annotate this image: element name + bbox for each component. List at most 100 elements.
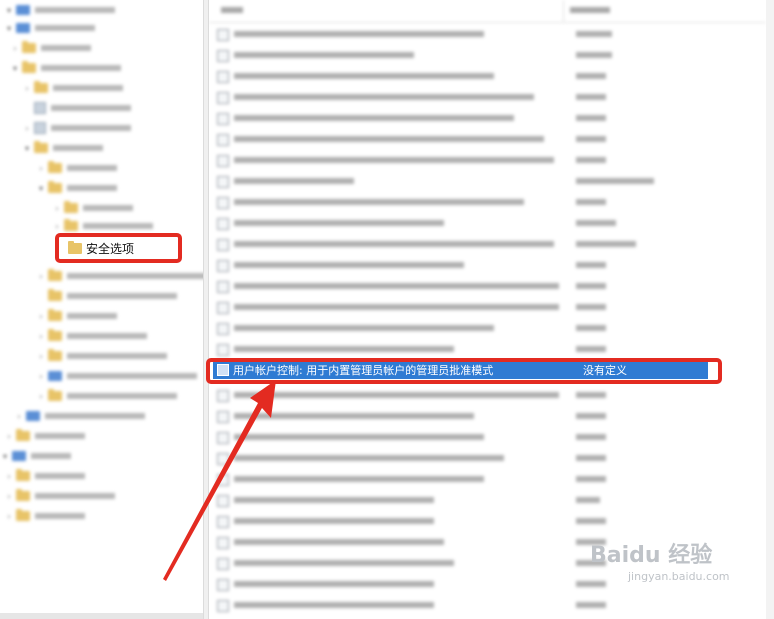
policy-icon — [217, 473, 229, 486]
tree-node[interactable]: › — [36, 326, 147, 346]
tree-node[interactable]: › — [22, 78, 123, 98]
table-row[interactable] — [209, 255, 766, 276]
policy-icon — [217, 343, 229, 356]
folder-icon — [48, 389, 62, 401]
chevron-right-icon: › — [7, 471, 11, 481]
policy-list — [209, 0, 774, 619]
tree-node[interactable]: › — [4, 466, 85, 486]
column-header-policy[interactable] — [209, 0, 564, 22]
table-row[interactable] — [209, 469, 766, 490]
tree-node[interactable]: › — [4, 506, 85, 526]
tree-node[interactable] — [22, 98, 131, 118]
policy-icon — [217, 557, 229, 570]
folder-icon — [22, 61, 36, 73]
annotation-highlight-row — [206, 358, 722, 384]
chevron-down-icon: ▾ — [6, 5, 11, 15]
tree-node[interactable]: › — [36, 346, 167, 366]
chevron-right-icon: › — [39, 163, 43, 173]
table-row[interactable] — [209, 171, 766, 192]
tree-node[interactable]: ▾ — [0, 446, 71, 466]
policy-icon — [217, 515, 229, 528]
folder-icon — [22, 41, 36, 53]
tree-node[interactable]: › — [36, 306, 117, 326]
folder-icon — [16, 489, 30, 501]
column-header-setting[interactable] — [564, 0, 766, 22]
policy-icon — [217, 578, 229, 591]
folder-icon — [48, 349, 62, 361]
baidu-watermark-url: jingyan.baidu.com — [628, 570, 730, 583]
folder-icon — [68, 240, 82, 254]
chevron-down-icon: ▾ — [24, 143, 29, 153]
tree-node[interactable]: › — [36, 266, 203, 286]
policy-icon — [217, 70, 229, 83]
table-row[interactable] — [209, 150, 766, 171]
table-row[interactable] — [209, 234, 766, 255]
table-row[interactable] — [209, 45, 766, 66]
folder-icon — [48, 329, 62, 341]
list-vertical-scrollbar[interactable] — [766, 0, 774, 619]
tree-node[interactable]: › — [36, 386, 177, 406]
tree-node[interactable]: › — [4, 426, 85, 446]
tree-node[interactable]: ▾ — [36, 178, 117, 198]
chevron-right-icon: › — [39, 271, 43, 281]
chevron-right-icon: › — [39, 391, 43, 401]
table-row[interactable] — [209, 406, 766, 427]
table-row[interactable] — [209, 339, 766, 360]
folder-icon — [16, 469, 30, 481]
table-row[interactable] — [209, 318, 766, 339]
table-row[interactable] — [209, 385, 766, 406]
table-row[interactable] — [209, 490, 766, 511]
tree-node[interactable]: › — [36, 158, 117, 178]
chevron-right-icon: › — [7, 511, 11, 521]
chart-icon — [26, 411, 40, 421]
tree-node[interactable]: › — [14, 406, 145, 426]
chevron-right-icon: › — [39, 351, 43, 361]
folder-icon — [48, 269, 62, 281]
printer-icon — [34, 122, 46, 134]
script-icon — [34, 102, 46, 114]
table-row[interactable] — [209, 192, 766, 213]
tree-node[interactable]: › — [4, 486, 115, 506]
table-row[interactable] — [209, 87, 766, 108]
table-row[interactable] — [209, 297, 766, 318]
table-row[interactable] — [209, 511, 766, 532]
policy-icon — [217, 259, 229, 272]
tree-node[interactable]: › — [52, 198, 133, 218]
table-row[interactable] — [209, 595, 766, 616]
policy-icon — [217, 280, 229, 293]
policy-icon — [217, 217, 229, 230]
tree-node[interactable] — [36, 286, 177, 306]
tree-node[interactable]: ▾ — [4, 18, 95, 38]
table-row[interactable] — [209, 24, 766, 45]
tree-node[interactable]: ▾ — [4, 0, 115, 20]
tree-node[interactable]: ▾ — [10, 58, 121, 78]
folder-icon — [16, 509, 30, 521]
table-row[interactable] — [209, 129, 766, 150]
folder-icon — [34, 141, 48, 153]
table-row[interactable] — [209, 276, 766, 297]
chevron-right-icon: › — [7, 491, 11, 501]
tree-node[interactable]: › — [36, 366, 197, 386]
folder-icon — [48, 181, 62, 193]
policy-icon — [217, 536, 229, 549]
chevron-down-icon: ▾ — [12, 63, 17, 73]
tree-horizontal-scrollbar[interactable] — [0, 613, 203, 619]
table-row[interactable] — [209, 448, 766, 469]
table-row[interactable] — [209, 66, 766, 87]
table-row[interactable] — [209, 427, 766, 448]
table-row[interactable] — [209, 213, 766, 234]
table-row[interactable] — [209, 108, 766, 129]
shield-icon — [48, 371, 62, 381]
policy-icon — [217, 112, 229, 125]
folder-icon — [34, 81, 48, 93]
tree-node[interactable]: › — [10, 38, 91, 58]
folder-icon — [16, 429, 30, 441]
tree-item-security-options[interactable]: 安全选项 — [55, 233, 182, 263]
tree-node[interactable]: ▾ — [22, 138, 103, 158]
user-icon — [12, 451, 26, 461]
policy-icon — [217, 431, 229, 444]
tree-node[interactable]: › — [22, 118, 131, 138]
chevron-down-icon: ▾ — [2, 451, 7, 461]
policy-icon — [217, 49, 229, 62]
policy-icon — [217, 322, 229, 335]
